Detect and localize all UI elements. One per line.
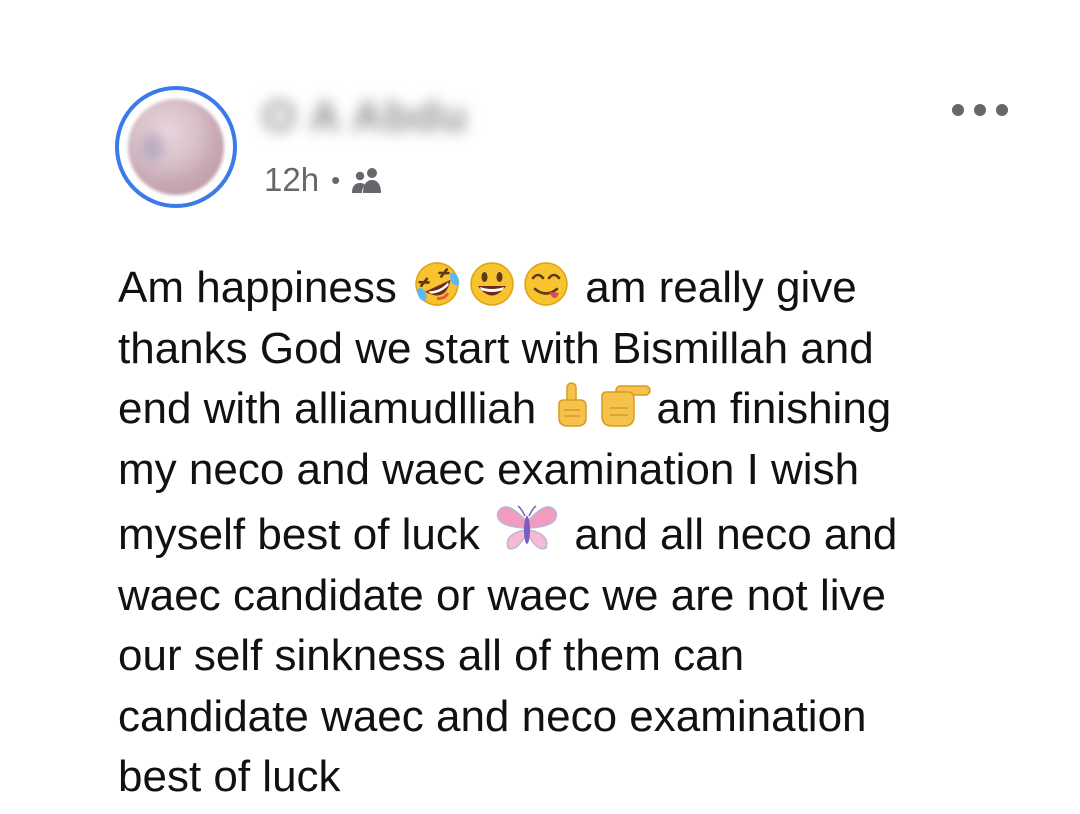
body-text-segment: thanks God we start with Bismillah and [118,323,874,373]
body-text-segment: our self sinkness all of them can [118,631,745,680]
avatar-photo [128,99,224,195]
post-card: O A Abdu 12h • Am happiness am really gi… [0,0,1080,814]
body-text-segment: Am happiness [118,263,397,312]
body-text-segment: and all neco and [574,510,898,559]
post-body: Am happiness am really give thanks God w… [118,258,1018,808]
body-text-segment: my neco and waec examination I wish [118,444,860,494]
author-name[interactable]: O A Abdu [262,92,468,142]
body-text-segment: candidate waec and neco examination [118,691,867,741]
savoring-food-emoji [521,259,571,309]
post-timestamp[interactable]: 12h [264,161,319,199]
author-avatar[interactable] [115,86,237,208]
butterfly-emoji [494,500,560,556]
meta-separator: • [331,165,341,195]
index-up-emoji [550,380,594,430]
more-options-button[interactable] [952,98,1008,122]
body-text-segment: waec candidate or waec we are not live [118,570,886,620]
rolling-laughing-emoji [411,259,463,309]
body-text-segment: am really give [585,263,857,312]
grinning-emoji [467,259,517,309]
body-text-segment: am finishing [656,384,892,433]
post-meta: 12h • [264,160,384,200]
body-text-segment: end with alliamudlliah [118,384,537,433]
more-options-icon [952,104,964,116]
body-text-segment: myself best of luck [118,510,480,559]
backhand-point-right-emoji [598,380,654,430]
body-text-segment: best of luck [118,752,341,801]
friends-icon[interactable] [350,166,384,194]
